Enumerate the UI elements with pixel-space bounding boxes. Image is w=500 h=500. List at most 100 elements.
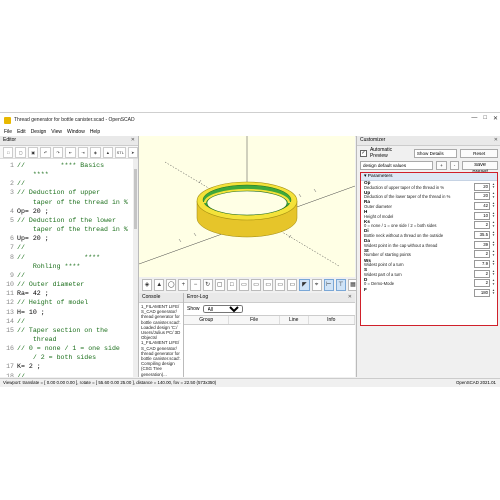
new-file-icon[interactable]: □ — [3, 146, 14, 158]
parameter-value-input[interactable]: 2 — [474, 250, 490, 259]
menu-window[interactable]: Window — [67, 129, 85, 135]
zoom-out-icon[interactable]: − — [190, 279, 201, 291]
preset-select[interactable]: design default values — [360, 161, 434, 170]
parameter-value-input[interactable]: 35.5 — [474, 230, 490, 239]
code-line[interactable]: 7// — [0, 243, 132, 252]
save-file-icon[interactable]: ▣ — [27, 146, 39, 158]
parameters-section-header[interactable]: ▾ Parameters — [361, 173, 497, 181]
auto-preview-checkbox[interactable]: ✓ — [360, 149, 367, 157]
view-top-icon[interactable]: ▭ — [250, 279, 262, 291]
perspective-icon[interactable]: ▢ — [214, 279, 225, 291]
unindent-icon[interactable]: ⇤ — [65, 146, 76, 158]
menu-view[interactable]: View — [51, 129, 62, 135]
menu-file[interactable]: File — [4, 129, 12, 135]
code-line[interactable]: Rohling **** — [0, 262, 132, 271]
show-scale-markers-icon[interactable]: ⊤ — [335, 279, 346, 291]
view-left-icon[interactable]: ▭ — [275, 279, 286, 291]
parameter-value-input[interactable]: 2 — [474, 221, 490, 230]
zoom-in-icon[interactable]: + — [178, 279, 189, 291]
parameter-value-input[interactable]: 39 — [474, 240, 490, 249]
undo-icon[interactable]: ↶ — [40, 146, 51, 158]
code-line[interactable]: taper of the thread in % — [0, 198, 132, 207]
col-file[interactable]: File — [229, 316, 280, 324]
preview-icon[interactable]: ◈ — [142, 279, 153, 291]
parameter-value-input[interactable]: 2 — [474, 269, 490, 278]
spinner-arrows-icon[interactable]: ▲ ▼ — [492, 201, 495, 209]
spinner-arrows-icon[interactable]: ▲ ▼ — [492, 221, 495, 228]
details-select[interactable]: Show Details — [413, 148, 458, 158]
view-bottom-icon[interactable]: ▭ — [263, 279, 274, 291]
error-filter-select[interactable]: All — [202, 305, 243, 313]
parameter-value-input[interactable]: 2 — [474, 279, 490, 288]
preview-icon[interactable]: ◈ — [90, 146, 101, 158]
open-file-icon[interactable]: ▢ — [15, 146, 26, 158]
view-center-icon[interactable]: ⌖ — [311, 279, 322, 291]
menu-help[interactable]: Help — [90, 129, 100, 135]
code-line[interactable]: **** — [0, 170, 132, 179]
code-line[interactable]: 10// Outer diameter — [0, 280, 132, 289]
export-stl-icon[interactable]: STL — [115, 146, 126, 158]
editor-scrollbar[interactable] — [133, 159, 138, 377]
code-line[interactable]: 11 Ra= 42 ; — [0, 289, 132, 298]
3d-viewport[interactable] — [139, 136, 355, 277]
spinner-arrows-icon[interactable]: ▲ ▼ — [492, 182, 495, 190]
code-area[interactable]: 1// **** Basics **** 2//3// Deduction of … — [0, 159, 132, 377]
code-line[interactable]: 17 K= 2 ; — [0, 362, 132, 371]
show-axes-icon[interactable]: ⊢ — [323, 279, 334, 291]
code-line[interactable]: 8// **** — [0, 253, 132, 262]
send-icon[interactable]: ➤ — [127, 146, 138, 158]
code-line[interactable]: 12// Height of model — [0, 298, 132, 307]
error-log-close-icon[interactable]: ✕ — [348, 293, 352, 302]
remove-preset-button[interactable]: - — [449, 161, 460, 170]
reset-view-icon[interactable]: ↻ — [202, 279, 213, 291]
code-line[interactable]: 16// 0 = none / 1 = one side — [0, 344, 132, 353]
code-line[interactable]: taper of the thread in % — [0, 225, 132, 234]
parameter-value-input[interactable]: 7.9 — [474, 260, 490, 268]
save-preset-button[interactable]: save preset — [462, 161, 498, 175]
customizer-close-icon[interactable]: ✕ — [494, 136, 498, 145]
col-group[interactable]: Group — [184, 316, 230, 324]
code-line[interactable]: 4 Op= 20 ; — [0, 207, 132, 216]
maximize-icon[interactable]: □ — [483, 115, 487, 122]
spinner-arrows-icon[interactable]: ▲ ▼ — [492, 240, 495, 248]
render-icon[interactable]: ▲ — [102, 146, 114, 158]
spinner-arrows-icon[interactable]: ▲ ▼ — [492, 259, 495, 267]
col-info[interactable]: Info — [309, 316, 355, 324]
spinner-arrows-icon[interactable]: ▲ ▼ — [492, 279, 495, 286]
redo-icon[interactable]: ↷ — [52, 146, 64, 158]
menu-edit[interactable]: Edit — [17, 129, 26, 135]
code-line[interactable]: 14// — [0, 317, 132, 326]
spinner-arrows-icon[interactable]: ▲ ▼ — [492, 288, 495, 296]
code-line[interactable]: 13 H= 10 ; — [0, 308, 132, 317]
view-front-icon[interactable]: ▭ — [287, 279, 298, 291]
menu-design[interactable]: Design — [31, 129, 47, 135]
code-line[interactable]: thread — [0, 335, 132, 344]
reset-button[interactable]: Reset — [460, 148, 498, 158]
spinner-arrows-icon[interactable]: ▲ ▼ — [492, 230, 495, 238]
orthogonal-icon[interactable]: □ — [226, 279, 237, 291]
view-right-icon[interactable]: ▭ — [238, 279, 249, 291]
code-line[interactable]: 15// Taper section on the — [0, 326, 132, 335]
parameter-value-input[interactable]: 180 — [474, 289, 490, 298]
spinner-arrows-icon[interactable]: ▲ ▼ — [492, 269, 495, 277]
parameter-value-input[interactable]: 20 — [474, 182, 490, 191]
close-icon[interactable]: ✕ — [493, 115, 498, 122]
add-preset-button[interactable]: + — [436, 161, 447, 170]
spinner-arrows-icon[interactable]: ▲ ▼ — [492, 191, 495, 199]
code-line[interactable]: / 2 = both sides — [0, 353, 132, 362]
minimize-icon[interactable]: — — [471, 115, 477, 122]
editor-close-icon[interactable]: ✕ — [131, 136, 135, 145]
code-line[interactable]: 9// — [0, 271, 132, 280]
code-line[interactable]: 18// — [0, 372, 132, 377]
spinner-arrows-icon[interactable]: ▲ ▼ — [492, 250, 495, 257]
col-line[interactable]: Line — [280, 316, 309, 324]
code-line[interactable]: 1// **** Basics — [0, 161, 132, 170]
render-icon[interactable]: ▲ — [154, 279, 165, 291]
parameter-value-input[interactable]: 42 — [474, 201, 490, 210]
code-line[interactable]: 5// Deduction of the lower — [0, 216, 132, 225]
view-all-icon[interactable]: ◯ — [166, 279, 177, 291]
code-line[interactable]: 6 Up= 20 ; — [0, 234, 132, 243]
code-line[interactable]: 2// — [0, 179, 132, 188]
indent-icon[interactable]: ⇥ — [77, 146, 89, 158]
scrollbar-thumb[interactable] — [134, 169, 137, 229]
